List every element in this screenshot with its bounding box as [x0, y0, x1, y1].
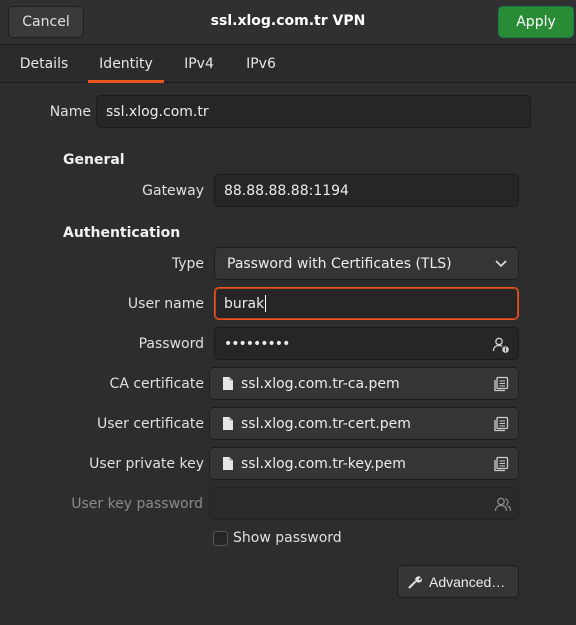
auth-type-value: Password with Certificates (TLS): [227, 255, 452, 272]
password-field[interactable]: •••••••••: [214, 327, 519, 360]
user-icon: [494, 497, 512, 512]
browse-files-icon: [494, 376, 509, 392]
username-value: burak: [224, 295, 265, 312]
gateway-label: Gateway: [142, 183, 204, 199]
window-title: ssl.xlog.com.tr VPN: [210, 13, 366, 29]
file-icon: [223, 417, 233, 430]
username-field[interactable]: burak: [214, 287, 519, 320]
private-key-filename: ssl.xlog.com.tr-key.pem: [241, 455, 406, 472]
user-certificate-filename: ssl.xlog.com.tr-cert.pem: [241, 415, 411, 432]
show-password-label[interactable]: Show password: [233, 530, 342, 546]
key-password-field[interactable]: [209, 487, 519, 520]
tab-identity[interactable]: Identity: [88, 45, 164, 83]
ca-certificate-filename: ssl.xlog.com.tr-ca.pem: [241, 375, 400, 392]
tab-ipv4[interactable]: IPv4: [176, 45, 222, 83]
name-field[interactable]: ssl.xlog.com.tr: [96, 95, 531, 128]
type-label: Type: [171, 256, 204, 272]
apply-button[interactable]: Apply: [498, 6, 574, 38]
browse-files-icon: [494, 416, 509, 432]
tab-ipv6[interactable]: IPv6: [238, 45, 284, 83]
text-cursor: [265, 295, 267, 312]
private-key-chooser[interactable]: ssl.xlog.com.tr-key.pem: [209, 447, 519, 480]
file-icon: [223, 457, 233, 470]
ca-certificate-label: CA certificate: [109, 376, 204, 392]
advanced-label: Advanced…: [429, 573, 506, 590]
gateway-field[interactable]: 88.88.88.88:1194: [214, 174, 519, 207]
username-label: User name: [127, 296, 204, 312]
tab-bar: Details Identity IPv4 IPv6: [0, 45, 576, 83]
auth-type-dropdown[interactable]: Password with Certificates (TLS): [214, 247, 519, 280]
wrench-icon: [408, 575, 422, 588]
user-certificate-label: User certificate: [96, 416, 204, 432]
key-password-label: User key password: [71, 496, 203, 512]
password-value: •••••••••: [224, 335, 290, 352]
user-certificate-chooser[interactable]: ssl.xlog.com.tr-cert.pem: [209, 407, 519, 440]
ca-certificate-chooser[interactable]: ssl.xlog.com.tr-ca.pem: [209, 367, 519, 400]
general-heading: General: [63, 152, 125, 168]
user-info-icon[interactable]: [492, 336, 510, 354]
password-label: Password: [138, 336, 204, 352]
browse-files-icon: [494, 456, 509, 472]
tab-details[interactable]: Details: [10, 45, 78, 83]
header-bar: Cancel ssl.xlog.com.tr VPN Apply: [0, 0, 576, 45]
private-key-label: User private key: [89, 456, 204, 472]
chevron-down-icon: [495, 260, 507, 268]
file-icon: [223, 377, 233, 390]
authentication-heading: Authentication: [63, 225, 181, 241]
show-password-checkbox[interactable]: [213, 531, 228, 546]
name-label: Name: [49, 104, 91, 120]
advanced-button[interactable]: Advanced…: [397, 565, 519, 598]
